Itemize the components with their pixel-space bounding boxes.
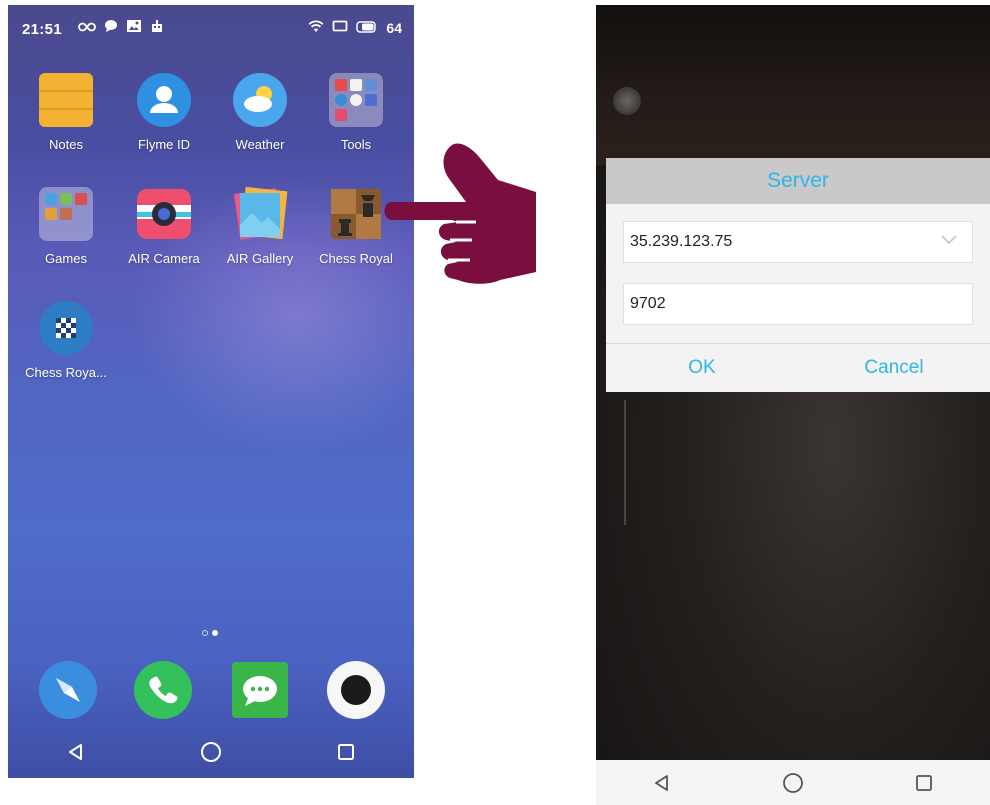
page-dot-active: [212, 630, 218, 636]
ok-button[interactable]: OK: [606, 344, 798, 392]
compass-icon: [39, 661, 97, 719]
home-icon: [783, 772, 803, 793]
phone-icon: [134, 661, 192, 719]
server-address-value: 35.239.123.75: [630, 233, 733, 250]
back-icon: [68, 744, 82, 760]
dialog-header: Server: [606, 158, 990, 204]
recents-icon: [916, 774, 933, 791]
infinity-icon: [78, 20, 96, 37]
dialog-title: Server: [767, 169, 829, 192]
nav-bar: [596, 760, 990, 805]
chess-royal-icon: [327, 185, 385, 243]
air-camera-icon: [135, 185, 193, 243]
home-icon: [200, 742, 221, 762]
port-value: 9702: [630, 295, 666, 312]
dock: [8, 660, 414, 720]
recents-button[interactable]: [326, 732, 366, 772]
screen-icon: [332, 19, 348, 37]
notes-icon: [37, 71, 95, 129]
messages-icon: [232, 662, 288, 718]
app-chess-royal-2[interactable]: Chess Roya...: [18, 299, 114, 380]
app-air-gallery[interactable]: AIR Gallery: [212, 185, 308, 266]
robot-icon: [150, 19, 164, 37]
page-dot: [202, 630, 208, 636]
home-screen: 21:51 64 Notes Flyme ID Weather Tools Ga…: [8, 5, 414, 778]
app-label: AIR Gallery: [226, 251, 294, 266]
app-games[interactable]: Games: [18, 185, 114, 266]
settings-icon[interactable]: [613, 87, 641, 115]
status-bar: 21:51 64: [8, 5, 414, 51]
chevron-down-icon: [941, 235, 957, 245]
battery-level: 64: [386, 20, 402, 36]
recents-icon: [338, 744, 355, 760]
flyme-id-icon: [135, 71, 193, 129]
server-dialog: Server 35.239.123.75 9702 OK Cancel: [606, 158, 990, 392]
camera-icon: [327, 661, 385, 719]
server-address-select[interactable]: 35.239.123.75: [623, 221, 973, 263]
app-screen: Server 35.239.123.75 9702 OK Cancel: [596, 5, 990, 805]
port-input[interactable]: 9702: [623, 283, 973, 325]
app-label: AIR Camera: [128, 251, 200, 266]
app-flyme-id[interactable]: Flyme ID: [116, 71, 212, 152]
chat-bubble-icon: [104, 19, 118, 37]
image-box-icon: [126, 19, 142, 37]
chess-royal-checker-icon: [37, 299, 95, 357]
wifi-icon: [308, 19, 324, 37]
battery-icon: [356, 20, 378, 37]
page-indicator: [202, 630, 218, 636]
home-button[interactable]: [773, 763, 813, 803]
weather-icon: [231, 71, 289, 129]
app-label: Chess Roya...: [25, 365, 107, 380]
air-gallery-icon: [231, 185, 289, 243]
app-notes[interactable]: Notes: [18, 71, 114, 152]
dock-messages[interactable]: [230, 660, 290, 720]
back-button[interactable]: [642, 763, 682, 803]
back-icon: [654, 774, 668, 791]
app-label: Notes: [49, 137, 83, 152]
status-time: 21:51: [22, 21, 62, 38]
dock-browser[interactable]: [38, 660, 98, 720]
recents-button[interactable]: [904, 763, 944, 803]
home-button[interactable]: [191, 732, 231, 772]
divider: [624, 400, 626, 525]
app-air-camera[interactable]: AIR Camera: [116, 185, 212, 266]
app-label: Flyme ID: [138, 137, 190, 152]
pointing-hand-icon: [380, 140, 540, 290]
cancel-button[interactable]: Cancel: [798, 344, 990, 392]
app-label: Games: [45, 251, 87, 266]
tools-folder-icon: [327, 71, 385, 129]
back-button[interactable]: [56, 732, 96, 772]
app-label: Weather: [235, 137, 285, 152]
dock-camera[interactable]: [326, 660, 386, 720]
dock-phone[interactable]: [133, 660, 193, 720]
games-folder-icon: [37, 185, 95, 243]
dialog-buttons: OK Cancel: [606, 344, 990, 392]
app-weather[interactable]: Weather: [212, 71, 308, 152]
nav-bar: [8, 726, 414, 778]
